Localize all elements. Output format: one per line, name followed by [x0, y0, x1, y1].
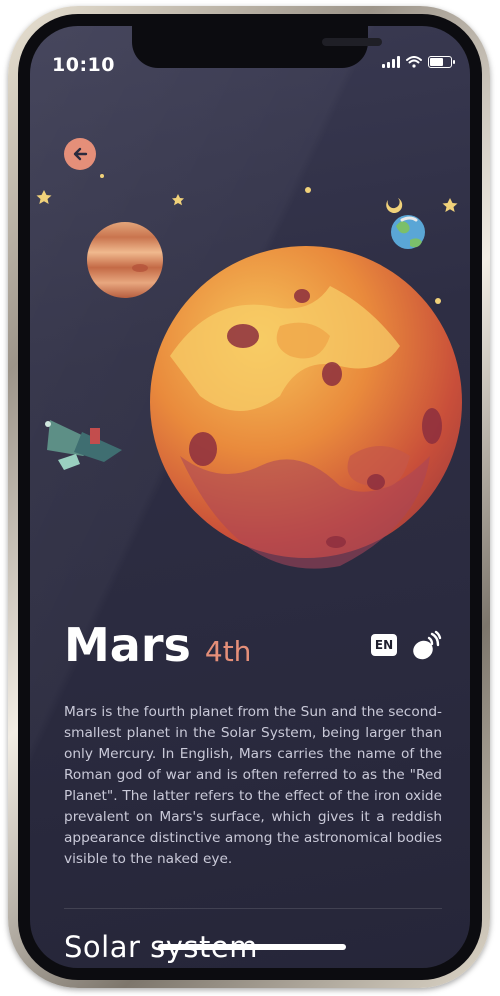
status-time: 10:10: [52, 54, 115, 76]
section-divider: [64, 908, 442, 909]
signal-icon: [382, 56, 400, 68]
planet-title: Mars 4th: [64, 618, 251, 672]
wifi-icon: [406, 56, 422, 68]
speaker-wave-icon: [413, 630, 442, 660]
home-indicator[interactable]: [158, 944, 346, 950]
planet-order: 4th: [204, 635, 252, 668]
space-illustration: [36, 174, 462, 569]
jupiter-planet: [87, 222, 163, 298]
planet-name: Mars: [64, 618, 191, 672]
mars-planet: [150, 246, 462, 569]
earpiece-speaker: [322, 38, 382, 46]
battery-icon: [428, 56, 455, 68]
status-icons: [382, 56, 455, 68]
app-screen: 10:10 Mars 4th EN Mars is the fourth pla…: [30, 26, 470, 968]
spaceship: [45, 420, 122, 470]
earth-planet: [391, 215, 425, 249]
language-toggle-button[interactable]: EN: [371, 634, 397, 656]
notch: [132, 26, 382, 68]
planet-description: Mars is the fourth planet from the Sun a…: [64, 704, 442, 867]
listen-button[interactable]: [410, 630, 442, 662]
